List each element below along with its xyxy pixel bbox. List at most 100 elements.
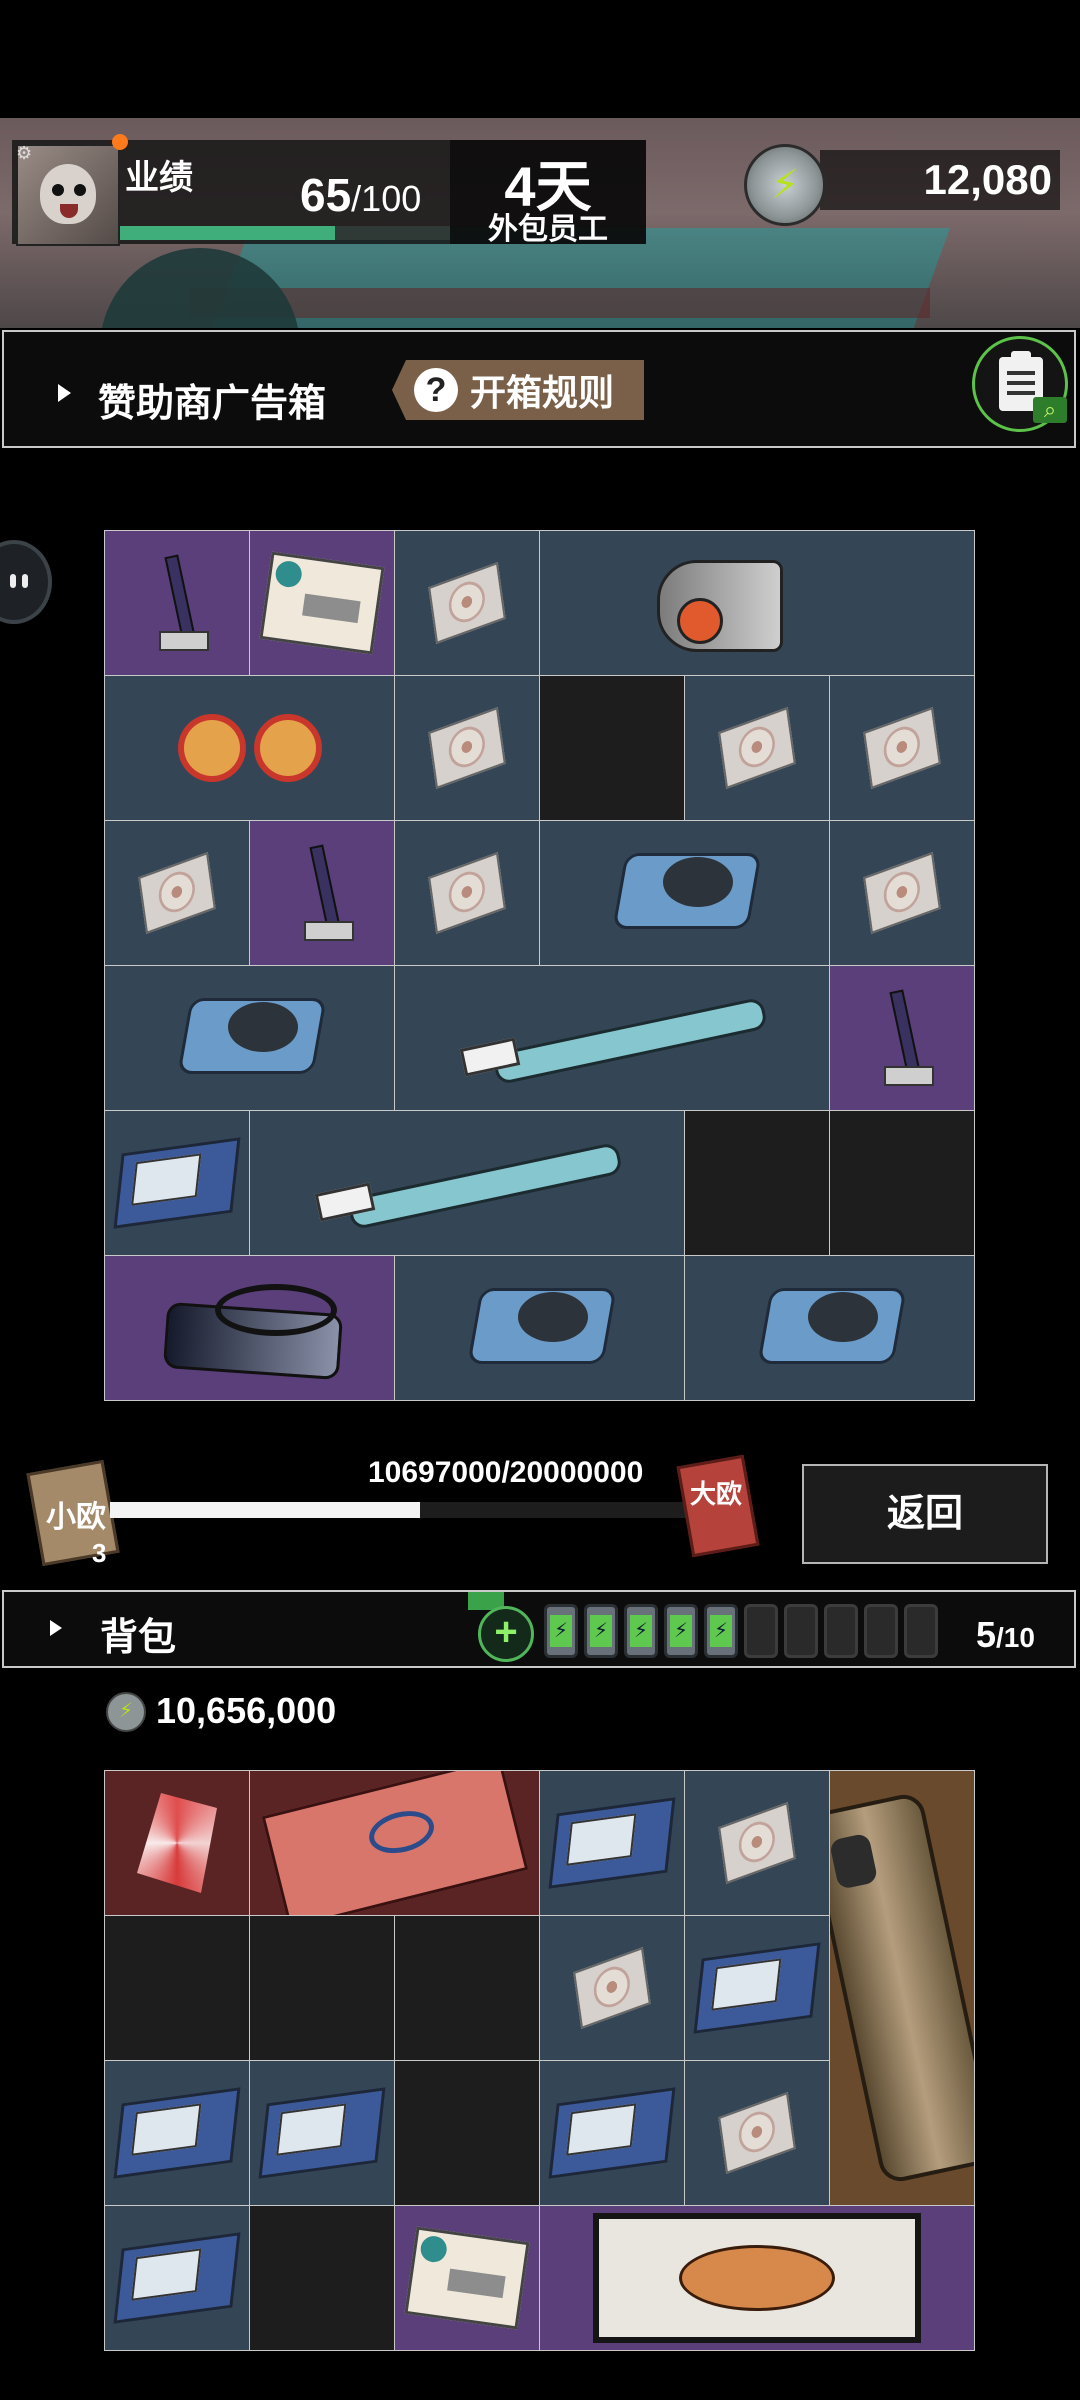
- ssd-drive-icon: [258, 2087, 386, 2179]
- battery-empty-icon: [864, 1604, 898, 1658]
- grid-cell[interactable]: [830, 1771, 974, 2205]
- crystal-icon: [137, 1793, 217, 1893]
- disc-icon: [718, 706, 796, 790]
- grid-cell-empty[interactable]: [395, 2061, 539, 2205]
- disc-icon: [718, 2091, 796, 2175]
- smartphone-icon: [830, 1790, 974, 2186]
- grid-cell[interactable]: [830, 821, 974, 965]
- grid-cell[interactable]: [105, 2061, 249, 2205]
- grid-cell[interactable]: [105, 531, 249, 675]
- grid-cell[interactable]: [105, 1111, 249, 1255]
- ssd-drive-icon: [113, 2232, 241, 2324]
- grid-cell-empty[interactable]: [395, 1916, 539, 2060]
- rules-label: 开箱规则: [470, 372, 615, 413]
- grid-cell[interactable]: [395, 966, 829, 1110]
- grid-cell[interactable]: [540, 2061, 684, 2205]
- sponsor-box-grid: [104, 530, 975, 1401]
- grid-cell-empty[interactable]: [540, 676, 684, 820]
- open-box-rules-button[interactable]: ? 开箱规则: [392, 360, 644, 420]
- grid-cell[interactable]: [540, 1771, 684, 1915]
- disc-icon: [428, 706, 506, 790]
- grid-cell-empty[interactable]: [685, 1111, 829, 1255]
- performance-label: 业绩: [125, 159, 193, 197]
- sun-glasses-icon: [183, 720, 240, 776]
- grid-cell[interactable]: [395, 1256, 684, 1400]
- disc-icon: [718, 1801, 796, 1885]
- battery-full-icon: [584, 1604, 618, 1658]
- grid-cell[interactable]: [105, 2206, 249, 2350]
- meta-property-card-icon: [261, 1771, 528, 1915]
- small-ticket-count: 3: [92, 1538, 107, 1568]
- grid-cell-empty[interactable]: [830, 1111, 974, 1255]
- grid-cell[interactable]: [685, 1256, 974, 1400]
- lightning-coin-icon: ⚡: [744, 144, 826, 226]
- grid-cell[interactable]: [250, 1111, 684, 1255]
- grid-cell[interactable]: [105, 966, 394, 1110]
- battery-full-icon: [704, 1604, 738, 1658]
- disc-icon: [138, 851, 216, 935]
- question-icon: ?: [414, 368, 458, 412]
- performance-bar-fill: [120, 226, 335, 240]
- grid-cell-empty[interactable]: [105, 1916, 249, 2060]
- backpack-grid: [104, 1770, 975, 2351]
- grid-cell[interactable]: [685, 2061, 829, 2205]
- cd-player-icon: [460, 1278, 620, 1378]
- grid-cell-empty[interactable]: [250, 2206, 394, 2350]
- hair-dryer-icon: [617, 548, 897, 658]
- grid-cell[interactable]: [540, 1916, 684, 2060]
- postcard-icon: [259, 551, 385, 655]
- grid-cell[interactable]: [685, 1771, 829, 1915]
- grid-cell[interactable]: [540, 531, 974, 675]
- battery-full-icon: [624, 1604, 658, 1658]
- battery-empty-icon: [744, 1604, 778, 1658]
- grid-cell-empty[interactable]: [250, 1916, 394, 2060]
- grid-cell[interactable]: [105, 676, 394, 820]
- sun-glasses-icon: [259, 720, 316, 776]
- backpack-title: 背包: [100, 1617, 177, 1659]
- grid-cell[interactable]: [685, 676, 829, 820]
- trophy-icon: [884, 990, 934, 1086]
- balance-value: 10,656,000: [156, 1690, 337, 1731]
- add-battery-button[interactable]: +: [478, 1606, 534, 1662]
- sponsor-box-title: 赞助商广告箱: [98, 383, 327, 425]
- grid-cell[interactable]: [395, 676, 539, 820]
- grid-cell[interactable]: [830, 966, 974, 1110]
- side-drawer-tab[interactable]: [0, 540, 52, 624]
- ssd-drive-icon: [548, 1797, 676, 1889]
- cd-player-icon: [750, 1278, 910, 1378]
- disc-icon: [428, 851, 506, 935]
- clipboard-search-icon[interactable]: ⌕: [972, 336, 1068, 432]
- grid-cell[interactable]: [105, 821, 249, 965]
- battery-empty-icon: [904, 1604, 938, 1658]
- grid-cell[interactable]: [395, 821, 539, 965]
- tiger-painting-icon: [593, 2213, 921, 2343]
- grid-cell[interactable]: [685, 1916, 829, 2060]
- grid-cell[interactable]: [250, 1771, 539, 1915]
- expand-triangle-icon[interactable]: [58, 384, 71, 402]
- cd-player-icon: [170, 988, 330, 1088]
- cd-player-icon: [605, 843, 765, 943]
- progress-text: 10697000/20000000: [368, 1456, 644, 1489]
- grid-cell[interactable]: [250, 821, 394, 965]
- grid-cell[interactable]: [540, 821, 829, 965]
- backpack-count: 5/10: [976, 1614, 1035, 1656]
- back-button[interactable]: 返回: [802, 1464, 1048, 1564]
- ssd-drive-icon: [693, 1942, 821, 2034]
- expand-triangle-icon[interactable]: [50, 1620, 62, 1636]
- grid-cell[interactable]: [830, 676, 974, 820]
- ssd-drive-icon: [113, 2087, 241, 2179]
- grid-cell[interactable]: [395, 531, 539, 675]
- performance-bar: [120, 226, 450, 240]
- disc-icon: [863, 851, 941, 935]
- grid-cell[interactable]: [395, 2206, 539, 2350]
- grid-cell[interactable]: [540, 2206, 974, 2350]
- disc-icon: [428, 561, 506, 645]
- grid-cell[interactable]: [105, 1256, 394, 1400]
- grid-cell[interactable]: [250, 2061, 394, 2205]
- performance-max: /100: [351, 178, 422, 219]
- grid-cell[interactable]: [250, 531, 394, 675]
- gear-icon[interactable]: ⚙: [16, 143, 32, 164]
- notification-dot: [112, 134, 128, 150]
- backpack-count-current: 5: [976, 1614, 997, 1655]
- grid-cell[interactable]: [105, 1771, 249, 1915]
